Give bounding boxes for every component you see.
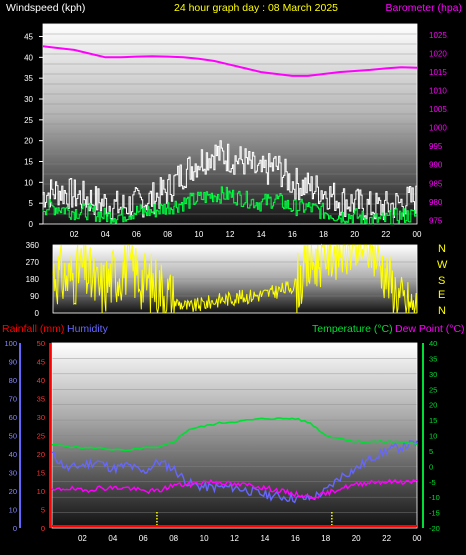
x-tick-label: 20: [352, 534, 361, 543]
barometer-tick-label: 975: [429, 216, 443, 225]
wind-tick-label: 35: [24, 74, 33, 83]
temperature-tick-label: -20: [429, 524, 440, 533]
barometer-tick-label: 980: [429, 198, 443, 207]
wind-tick-label: 0: [29, 220, 34, 229]
humidity-tick-label: 70: [9, 395, 17, 404]
rainfall-tick-label: 10: [37, 487, 45, 496]
temperature-tick-label: 15: [429, 416, 437, 425]
barometer-tick-label: 990: [429, 161, 443, 170]
wind-tick-label: 30: [24, 95, 33, 104]
rainfall-tick-label: 30: [37, 413, 45, 422]
rainfall-axis-label: Rainfall (mm): [2, 323, 64, 335]
rainfall-tick-label: 45: [37, 358, 45, 367]
barometer-tick-label: 995: [429, 142, 443, 151]
x-tick-label: 22: [381, 230, 390, 239]
x-tick-label: 12: [230, 534, 239, 543]
barometer-tick-label: 1020: [429, 50, 447, 59]
x-tick-label: 04: [108, 534, 117, 543]
barometer-tick-label: 985: [429, 179, 443, 188]
x-tick-label: 00: [413, 534, 422, 543]
x-tick-label: 02: [70, 230, 79, 239]
x-tick-label: 06: [132, 230, 141, 239]
humidity-axis-label: Humidity: [67, 323, 109, 335]
temperature-tick-label: 10: [429, 432, 437, 441]
chart-title: 24 hour graph day : 08 March 2025: [174, 2, 338, 14]
barometer-tick-label: 1005: [429, 105, 447, 114]
barometer-axis-label: Barometer (hpa): [386, 2, 462, 14]
wind-tick-label: 5: [29, 199, 34, 208]
temperature-tick-label: 25: [429, 385, 437, 394]
wind-tick-label: 40: [24, 53, 33, 62]
rainfall-tick-label: 20: [37, 450, 45, 459]
humidity-tick-label: 100: [4, 339, 17, 348]
x-tick-label: 08: [163, 230, 172, 239]
barometer-tick-label: 1025: [429, 31, 447, 40]
x-tick-label: 20: [350, 230, 359, 239]
barometer-tick-label: 1000: [429, 124, 447, 133]
temperature-tick-label: -15: [429, 509, 440, 518]
x-tick-label: 22: [382, 534, 391, 543]
x-tick-label: 04: [101, 230, 110, 239]
x-tick-label: 16: [291, 534, 300, 543]
rainfall-tick-label: 0: [41, 524, 45, 533]
rainfall-tick-label: 40: [37, 376, 45, 385]
windspeed-axis-label: Windspeed (kph): [6, 2, 85, 14]
x-tick-label: 00: [413, 230, 422, 239]
x-tick-label: 14: [260, 534, 269, 543]
humidity-tick-label: 80: [9, 376, 17, 385]
temperature-tick-label: 20: [429, 401, 437, 410]
x-tick-label: 14: [257, 230, 266, 239]
temperature-tick-label: 30: [429, 370, 437, 379]
temperature-tick-label: 0: [429, 462, 433, 471]
x-tick-label: 10: [194, 230, 203, 239]
rainfall-tick-label: 35: [37, 395, 45, 404]
temperature-tick-label: -5: [429, 478, 436, 487]
compass-w: W: [437, 259, 448, 271]
x-tick-label: 16: [288, 230, 297, 239]
humidity-tick-label: 0: [13, 524, 17, 533]
humidity-tick-label: 50: [9, 432, 17, 441]
direction-tick-label: 270: [26, 258, 40, 267]
x-tick-label: 12: [226, 230, 235, 239]
barometer-tick-label: 1010: [429, 87, 447, 96]
direction-tick-label: 0: [35, 309, 40, 318]
humidity-tick-label: 90: [9, 358, 17, 367]
x-tick-label: 08: [169, 534, 178, 543]
x-tick-label: 02: [78, 534, 87, 543]
dewpoint-axis-label: Dew Point (°C): [395, 323, 465, 335]
humidity-tick-label: 60: [9, 413, 17, 422]
wind-tick-label: 15: [24, 158, 33, 167]
temperature-tick-label: -10: [429, 493, 440, 502]
wind-tick-label: 10: [24, 178, 33, 187]
direction-tick-label: 90: [30, 292, 39, 301]
rainfall-tick-label: 25: [37, 432, 45, 441]
barometer-tick-label: 1015: [429, 68, 447, 77]
compass-e: E: [438, 289, 445, 301]
rainfall-tick-label: 5: [41, 506, 45, 515]
compass-n-bottom: N: [438, 305, 446, 317]
humidity-tick-label: 20: [9, 487, 17, 496]
compass-n-top: N: [438, 243, 446, 255]
wind-tick-label: 25: [24, 116, 33, 125]
direction-tick-label: 360: [26, 241, 40, 250]
weather-chart: 0510152025303540459759809859909951000100…: [2, 2, 465, 543]
temperature-tick-label: 5: [429, 447, 433, 456]
humidity-tick-label: 40: [9, 450, 17, 459]
wind-tick-label: 45: [24, 33, 33, 42]
rainfall-tick-label: 50: [37, 339, 45, 348]
temperature-axis-label: Temperature (°C): [312, 323, 393, 335]
temperature-tick-label: 40: [429, 339, 437, 348]
x-tick-label: 18: [319, 230, 328, 239]
compass-s: S: [438, 275, 445, 287]
humidity-tick-label: 10: [9, 506, 17, 515]
wind-tick-label: 20: [24, 137, 33, 146]
direction-tick-label: 180: [26, 275, 40, 284]
temperature-tick-label: 35: [429, 354, 437, 363]
rainfall-tick-label: 15: [37, 469, 45, 478]
x-tick-label: 06: [139, 534, 148, 543]
x-tick-label: 10: [200, 534, 209, 543]
humidity-tick-label: 30: [9, 469, 17, 478]
x-tick-label: 18: [321, 534, 330, 543]
